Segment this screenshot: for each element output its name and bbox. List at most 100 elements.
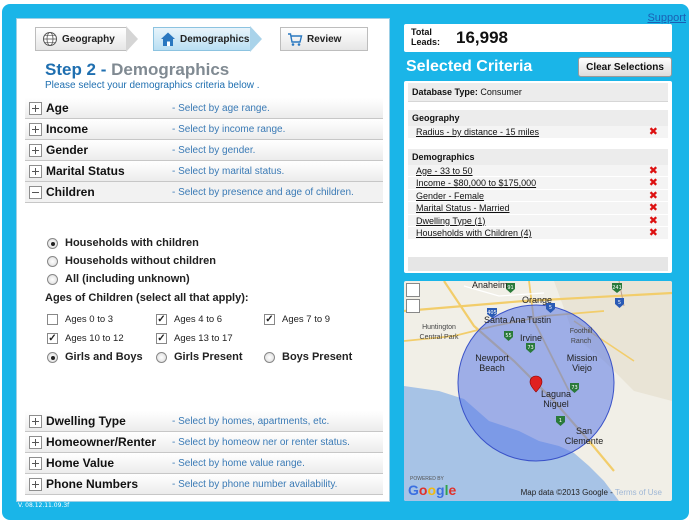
criteria-panel-footer xyxy=(408,257,668,271)
total-leads-label-line2: Leads: xyxy=(411,37,441,47)
criteria-row-income[interactable]: Income - Select by income range. xyxy=(25,119,383,140)
criteria-item-label[interactable]: Gender - Female xyxy=(416,191,484,201)
criteria-row-marital-status[interactable]: Marital Status - Select by marital status… xyxy=(25,161,383,182)
expand-icon[interactable] xyxy=(29,164,42,178)
expand-icon[interactable] xyxy=(29,456,42,470)
criteria-item[interactable]: Income - $80,000 to $175,000 ✖ xyxy=(408,176,668,190)
criteria-hint: - Select by homes, apartments, etc. xyxy=(172,415,330,427)
checkbox[interactable]: ✓ xyxy=(47,333,58,344)
remove-icon[interactable]: ✖ xyxy=(649,201,658,215)
checkbox[interactable]: ✓ xyxy=(264,314,275,325)
map-label: Huntington Central Park xyxy=(419,324,459,341)
map-view[interactable]: 405 5 5 241 73 73 55 1 91 Anaheim Orange… xyxy=(404,281,672,501)
criteria-row-children[interactable]: Children - Select by presence and age of … xyxy=(25,182,383,203)
total-leads-label: Total Leads: xyxy=(411,27,440,47)
checkbox-ages-10-12[interactable]: ✓ Ages 10 to 12 xyxy=(47,333,124,344)
clear-selections-button[interactable]: Clear Selections xyxy=(578,57,672,77)
radio-households-with-children[interactable]: Households with children xyxy=(47,237,199,249)
radio-button[interactable] xyxy=(264,351,275,363)
radio-button[interactable] xyxy=(156,351,167,363)
criteria-label: Dwelling Type xyxy=(46,414,126,428)
expand-icon[interactable] xyxy=(29,414,42,428)
map-label: Laguna Niguel xyxy=(540,389,572,409)
expand-icon[interactable] xyxy=(29,435,42,449)
map-label: Mission Viejo xyxy=(566,353,598,373)
criteria-item-label[interactable]: Households with Children (4) xyxy=(416,228,532,238)
selected-criteria-panel: Database Type: Consumer Geography Radius… xyxy=(404,81,672,273)
checkbox-ages-0-3[interactable]: Ages 0 to 3 xyxy=(47,314,113,325)
total-leads-box: Total Leads: 16,998 xyxy=(404,24,672,52)
checkbox[interactable] xyxy=(47,314,58,325)
expand-icon[interactable] xyxy=(29,477,42,491)
criteria-row-dwelling-type[interactable]: Dwelling Type - Select by homes, apartmen… xyxy=(25,411,383,432)
expand-icon[interactable] xyxy=(29,101,42,115)
remove-icon[interactable]: ✖ xyxy=(649,125,658,139)
database-type-label: Database Type: xyxy=(412,87,478,97)
criteria-label: Income xyxy=(46,122,89,136)
step-name: Demographics xyxy=(111,60,230,79)
step-demographics[interactable]: Demographics xyxy=(153,27,251,51)
criteria-item[interactable]: Marital Status - Married ✖ xyxy=(408,201,668,215)
criteria-item-label[interactable]: Dwelling Type (1) xyxy=(416,216,485,226)
map-attribution: Map data ©2013 Google - Terms of Use xyxy=(521,488,662,497)
radio-button[interactable] xyxy=(47,237,58,249)
criteria-row-age[interactable]: Age - Select by age range. xyxy=(25,98,383,119)
version-label: V. 08.12.11.09.3f xyxy=(18,502,70,509)
terms-of-use-link[interactable]: Terms of Use xyxy=(615,488,662,497)
radio-button[interactable] xyxy=(47,255,58,267)
checkbox-ages-4-6[interactable]: ✓ Ages 4 to 6 xyxy=(156,314,222,325)
radio-all-including-unknown[interactable]: All (including unknown) xyxy=(47,273,190,285)
criteria-item[interactable]: Age - 33 to 50 ✖ xyxy=(408,164,668,177)
expand-icon[interactable] xyxy=(29,122,42,136)
criteria-item[interactable]: Gender - Female ✖ xyxy=(408,189,668,202)
checkbox[interactable]: ✓ xyxy=(156,333,167,344)
criteria-item[interactable]: Dwelling Type (1) ✖ xyxy=(408,214,668,227)
criteria-hint: - Select by income range. xyxy=(172,123,286,135)
checkbox-label: Ages 10 to 12 xyxy=(65,333,124,344)
map-label: Foothill Ranch xyxy=(569,328,593,345)
radio-button[interactable] xyxy=(47,273,58,285)
radio-boys-present[interactable]: Boys Present xyxy=(264,351,352,363)
checkbox-label: Ages 0 to 3 xyxy=(65,314,114,325)
criteria-hint: - Select by marital status. xyxy=(172,165,285,177)
collapse-icon[interactable] xyxy=(29,185,42,199)
checkbox-ages-7-9[interactable]: ✓ Ages 7 to 9 xyxy=(264,314,330,325)
criteria-item[interactable]: Households with Children (4) ✖ xyxy=(408,226,668,240)
checkbox-ages-13-17[interactable]: ✓ Ages 13 to 17 xyxy=(156,333,233,344)
map-pan-control[interactable] xyxy=(406,283,420,297)
remove-icon[interactable]: ✖ xyxy=(649,226,658,240)
criteria-row-home-value[interactable]: Home Value - Select by home value range. xyxy=(25,453,383,474)
selected-criteria-title: Selected Criteria xyxy=(406,58,533,75)
expand-icon[interactable] xyxy=(29,143,42,157)
criteria-row-gender[interactable]: Gender - Select by gender. xyxy=(25,140,383,161)
step-geography[interactable]: Geography xyxy=(35,27,127,51)
criteria-label: Homeowner/Renter xyxy=(46,435,157,449)
checkbox[interactable]: ✓ xyxy=(156,314,167,325)
support-link[interactable]: Support xyxy=(647,12,686,24)
criteria-row-phone-numbers[interactable]: Phone Numbers - Select by phone number av… xyxy=(25,474,383,495)
criteria-item[interactable]: Radius - by distance - 15 miles ✖ xyxy=(408,125,668,139)
svg-text:55: 55 xyxy=(505,333,511,339)
radio-girls-present[interactable]: Girls Present xyxy=(156,351,242,363)
step-arrow xyxy=(126,26,138,52)
radio-label: Households without children xyxy=(65,255,216,267)
svg-text:5: 5 xyxy=(618,300,621,306)
database-type-value: Consumer xyxy=(480,87,522,97)
radio-girls-and-boys[interactable]: Girls and Boys xyxy=(47,351,143,363)
radio-households-without-children[interactable]: Households without children xyxy=(47,255,216,267)
criteria-row-homeowner-renter[interactable]: Homeowner/Renter - Select by homeow ner o… xyxy=(25,432,383,453)
criteria-item-label[interactable]: Age - 33 to 50 xyxy=(416,166,473,176)
map-zoom-control[interactable] xyxy=(406,299,420,313)
remove-icon[interactable]: ✖ xyxy=(649,176,658,190)
criteria-item-label[interactable]: Income - $80,000 to $175,000 xyxy=(416,178,536,188)
criteria-label: Age xyxy=(46,101,69,115)
criteria-list-bottom: Dwelling Type - Select by homes, apartmen… xyxy=(25,411,383,495)
radio-button[interactable] xyxy=(47,351,58,363)
page-subtitle: Please select your demographics criteria… xyxy=(45,80,260,91)
step-review[interactable]: Review xyxy=(280,27,368,51)
radio-label: All (including unknown) xyxy=(65,273,190,285)
criteria-item-label[interactable]: Radius - by distance - 15 miles xyxy=(416,127,539,137)
criteria-hint: - Select by gender. xyxy=(172,144,256,156)
step-arrow xyxy=(250,26,262,52)
criteria-item-label[interactable]: Marital Status - Married xyxy=(416,203,510,213)
